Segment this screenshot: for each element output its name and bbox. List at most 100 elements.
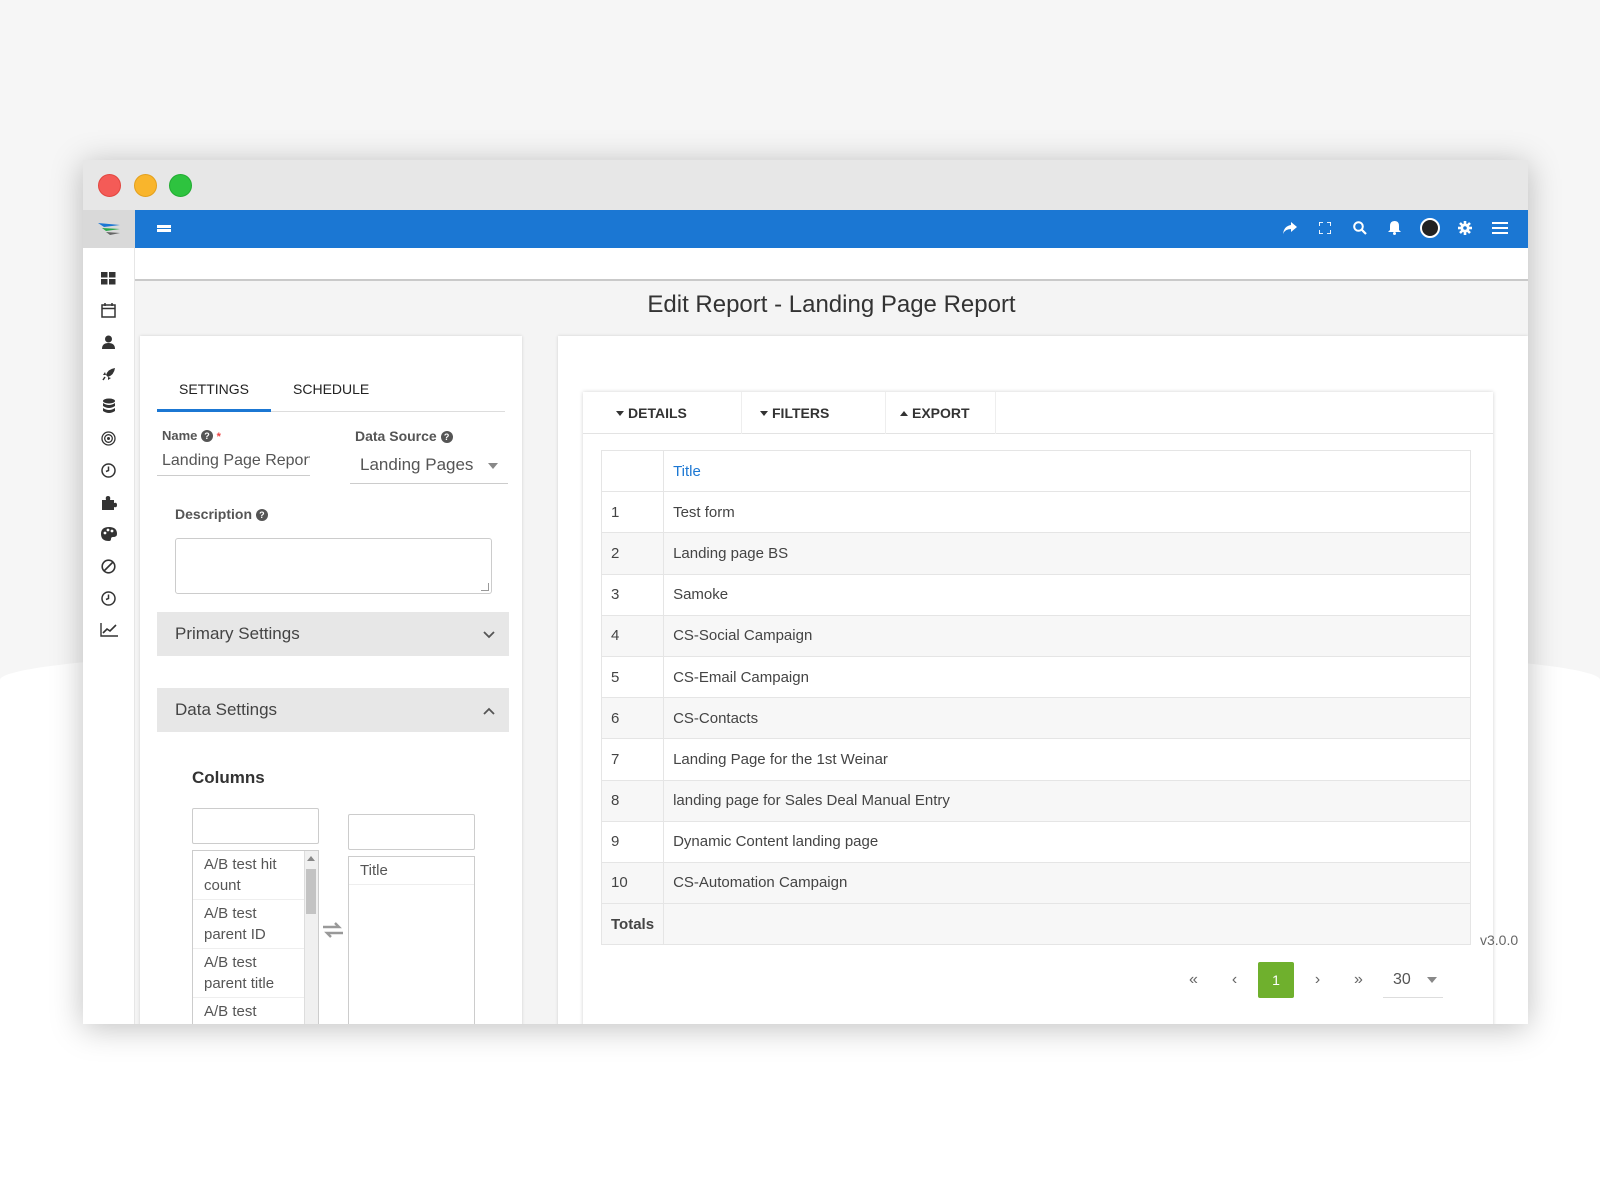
report-table: Title 1 Test form 2 Landing page BS 3 Samok… [600, 449, 1471, 946]
data-settings-accordion[interactable]: Data Settings [157, 688, 509, 732]
primary-settings-accordion[interactable]: Primary Settings [157, 612, 509, 656]
user-icon[interactable] [83, 326, 134, 358]
selected-columns-filter[interactable] [348, 814, 475, 850]
column-header-title[interactable]: Title [663, 449, 1471, 493]
row-title: Test form [663, 491, 1471, 534]
datasource-value: Landing Pages [360, 455, 474, 474]
table-row: 6 CS-Contacts [600, 697, 1471, 740]
datasource-select[interactable]: Landing Pages [350, 448, 508, 484]
bars-icon[interactable] [157, 222, 171, 240]
table-row: 10 CS-Automation Campaign [600, 861, 1471, 905]
data-settings-label: Data Settings [175, 700, 278, 719]
list-item[interactable]: A/B test [193, 998, 318, 1024]
tab-filters-label: FILTERS [772, 405, 830, 421]
name-input[interactable]: Landing Page Report [157, 446, 310, 476]
row-number: 5 [600, 655, 665, 699]
chart-line-icon[interactable] [83, 614, 134, 646]
window-titlebar [83, 160, 1528, 210]
maximize-window-button[interactable] [169, 174, 192, 197]
dashboard-icon[interactable] [83, 262, 134, 294]
prev-page-button[interactable]: ‹ [1214, 971, 1255, 989]
row-title: Landing Page for the 1st Weinar [663, 738, 1471, 781]
database-icon[interactable] [83, 390, 134, 422]
table-row: 3 Samoke [600, 573, 1471, 616]
row-title: CS-Social Campaign [663, 614, 1471, 657]
help-icon[interactable]: ? [255, 509, 268, 521]
bell-icon[interactable] [1384, 220, 1405, 238]
row-number: 8 [600, 779, 665, 822]
tab-schedule[interactable]: SCHEDULE [271, 372, 391, 412]
row-title: CS-Automation Campaign [663, 861, 1471, 905]
table-row: 4 CS-Social Campaign [600, 614, 1471, 657]
row-number: 1 [600, 491, 665, 534]
primary-settings-label: Primary Settings [175, 624, 300, 643]
description-label-text: Description [175, 506, 253, 522]
list-item[interactable]: Title [349, 857, 474, 885]
column-header-number [600, 449, 665, 493]
report-preview: DETAILS FILTERS EXPORT Title 1Test form [583, 392, 1493, 1024]
datasource-label-text: Data Source [355, 428, 437, 444]
logo-icon [98, 223, 120, 235]
current-page-button[interactable]: 1 [1258, 962, 1294, 998]
row-title: CS-Contacts [663, 697, 1471, 740]
swap-arrows-icon[interactable] [321, 921, 345, 945]
row-title: Dynamic Content landing page [663, 820, 1471, 863]
available-columns-filter[interactable] [192, 808, 319, 844]
list-item[interactable]: A/B test parent title [193, 949, 318, 998]
avatar[interactable] [1419, 217, 1440, 241]
help-icon[interactable]: ? [440, 431, 453, 443]
browser-window: Edit Report - Landing Page Report SETTIN… [83, 160, 1528, 1024]
table-row: 9 Dynamic Content landing page [600, 820, 1471, 863]
block-icon[interactable] [83, 550, 134, 582]
last-page-button[interactable]: » [1338, 971, 1379, 989]
columns-title: Columns [192, 768, 265, 787]
scroll-up-arrow-icon[interactable] [307, 856, 315, 861]
table-row: 7 Landing Page for the 1st Weinar [600, 738, 1471, 781]
hamburger-icon[interactable] [1489, 221, 1510, 237]
tab-settings[interactable]: SETTINGS [157, 372, 272, 412]
totals-value [663, 903, 1471, 946]
selected-columns-list[interactable]: Title [348, 856, 475, 1024]
list-item[interactable]: A/B test parent ID [193, 900, 318, 949]
rocket-icon[interactable] [83, 358, 134, 390]
per-page-select[interactable]: 30 [1383, 962, 1443, 998]
clock-icon[interactable] [83, 582, 134, 614]
puzzle-icon[interactable] [83, 486, 134, 518]
minimize-window-button[interactable] [134, 174, 157, 197]
report-tabs: DETAILS FILTERS EXPORT [583, 392, 1493, 434]
top-navbar [135, 210, 1528, 248]
caret-down-icon [760, 411, 768, 416]
search-icon[interactable] [1349, 220, 1370, 238]
fullscreen-icon[interactable] [1314, 221, 1335, 237]
row-number: 4 [600, 614, 665, 657]
list-item[interactable]: A/B test hit count [193, 851, 318, 900]
close-window-button[interactable] [98, 174, 121, 197]
breadcrumb-bar [135, 248, 1528, 281]
row-title: landing page for Sales Deal Manual Entry [663, 779, 1471, 822]
name-label-text: Name [162, 428, 198, 443]
clock-icon[interactable] [83, 454, 134, 486]
required-marker: * [216, 431, 221, 443]
share-icon[interactable] [1279, 221, 1300, 237]
available-columns-list[interactable]: A/B test hit count A/B test parent ID A/… [192, 850, 319, 1024]
palette-icon[interactable] [83, 518, 134, 550]
calendar-icon[interactable] [83, 294, 134, 326]
row-title: Landing page BS [663, 532, 1471, 575]
next-page-button[interactable]: › [1297, 971, 1338, 989]
scrollbar[interactable] [304, 851, 318, 1024]
description-textarea[interactable] [175, 538, 492, 594]
gear-icon[interactable] [1454, 220, 1475, 238]
totals-row: Totals [600, 903, 1471, 946]
chevron-down-icon [488, 463, 498, 469]
row-number: 7 [600, 738, 665, 781]
tab-filters[interactable]: FILTERS [742, 392, 886, 434]
row-number: 9 [600, 820, 665, 863]
help-icon[interactable]: ? [201, 430, 214, 442]
tab-details[interactable]: DETAILS [598, 392, 742, 434]
tab-export[interactable]: EXPORT [886, 392, 996, 434]
resize-handle[interactable] [481, 583, 489, 591]
app-logo[interactable] [83, 210, 135, 248]
first-page-button[interactable]: « [1173, 971, 1214, 989]
scrollbar-thumb[interactable] [306, 869, 316, 914]
target-icon[interactable] [83, 422, 134, 454]
